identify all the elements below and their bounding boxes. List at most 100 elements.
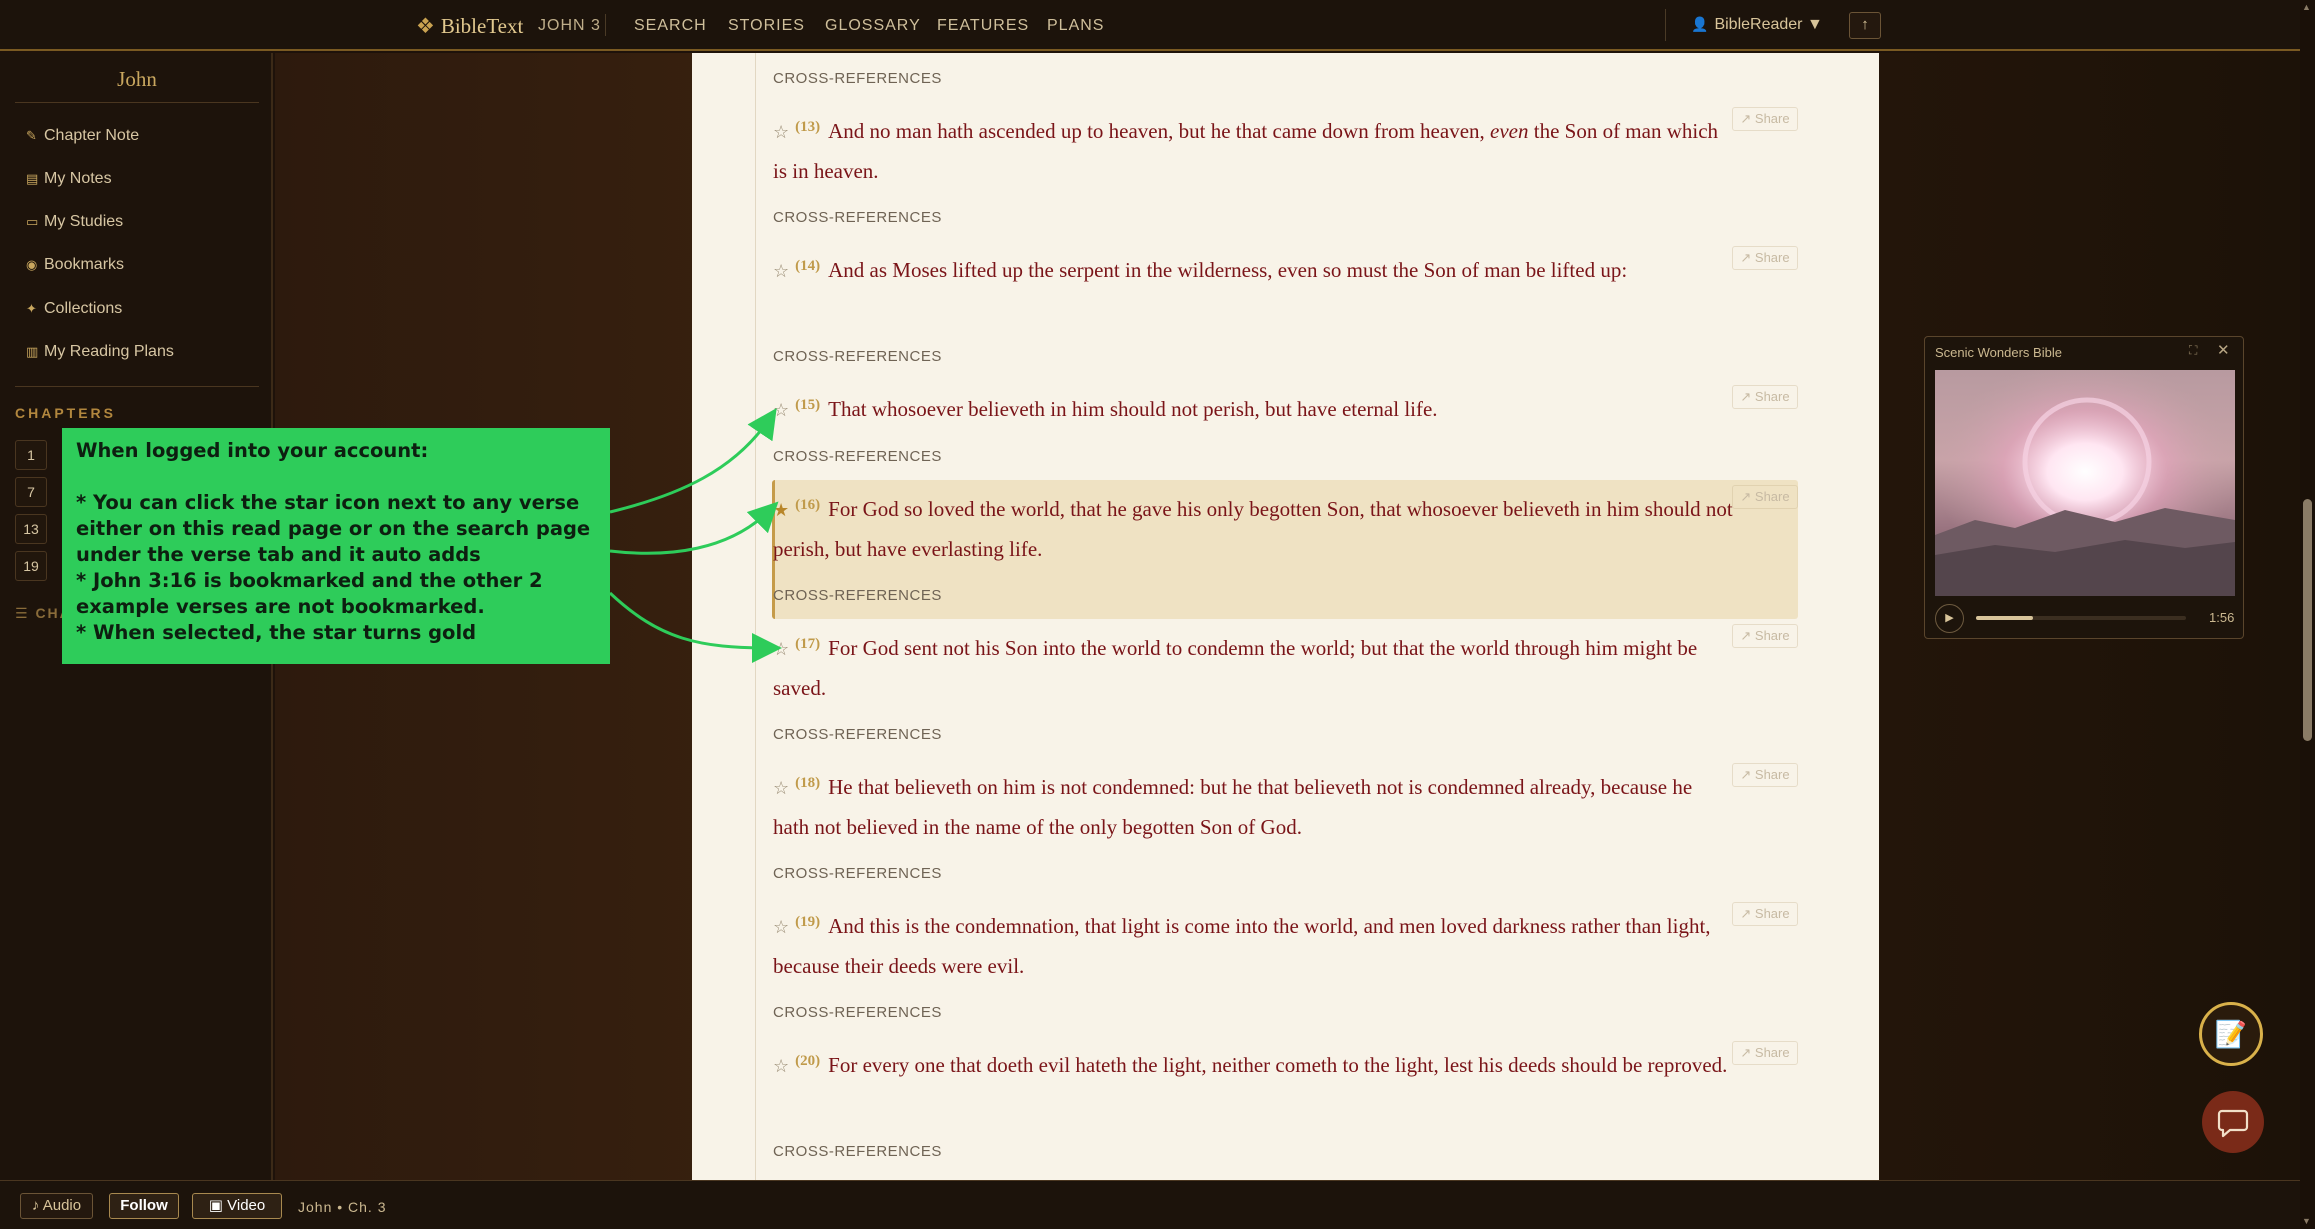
sidebar-item-my-studies[interactable]: ▭ My Studies	[26, 213, 123, 231]
books-icon: ▥	[26, 344, 39, 359]
brand-name: BibleText	[440, 14, 524, 38]
verse-17: ☆ (17) For God sent not his Son into the w…	[773, 625, 1733, 708]
verse-text: And no man hath ascended up to heaven, b…	[828, 119, 1491, 143]
sidebar-item-label: Chapter Note	[44, 127, 140, 144]
star-icon[interactable]: ☆	[773, 639, 789, 660]
cross-references-label[interactable]: CROSS-REFERENCES	[773, 587, 942, 604]
annotation-text: When logged into your account: * You can…	[76, 439, 591, 644]
share-button[interactable]: ↗ Share	[1732, 902, 1798, 926]
verse-text: For God sent not his Son into the world …	[773, 636, 1698, 700]
verse-number: (14)	[795, 258, 821, 274]
breadcrumb[interactable]: JOHN 3	[538, 17, 601, 35]
sidebar-item-bookmarks[interactable]: ◉ Bookmarks	[26, 256, 124, 274]
verse-text: And as Moses lifted up the serpent in th…	[828, 258, 1628, 282]
video-title: Scenic Wonders Bible	[1935, 345, 2062, 360]
share-button[interactable]: ↗ Share	[1732, 107, 1798, 131]
sidebar-item-label: Bookmarks	[44, 256, 125, 273]
user-name: BibleReader ▼	[1714, 16, 1823, 33]
reading-page: CROSS-REFERENCES ☆ (13) And no man hath as…	[692, 53, 1879, 1180]
verse-number: (19)	[795, 914, 821, 930]
top-navbar: ❖ BibleText JOHN 3 SEARCH STORIES GLOSSAR…	[0, 0, 2300, 51]
nav-plans[interactable]: PLANS	[1047, 17, 1104, 35]
annotation-callout: When logged into your account: * You can…	[62, 428, 610, 664]
chapters-heading: CHAPTERS	[15, 405, 117, 421]
follow-button[interactable]: Follow	[109, 1193, 179, 1219]
share-button[interactable]: ↗ Share	[1732, 624, 1798, 648]
diamond-icon: ❖	[416, 14, 435, 38]
cross-references-label[interactable]: CROSS-REFERENCES	[773, 209, 942, 226]
expand-icon[interactable]: ⛶	[2189, 343, 2197, 358]
sidebar-item-collections[interactable]: ✦ Collections	[26, 300, 122, 318]
share-button[interactable]: ↗ Share	[1732, 763, 1798, 787]
share-button[interactable]: ↗ Share	[1732, 485, 1798, 509]
verse-20: ☆ (20) For every one that doeth evil hatet…	[773, 1042, 1733, 1086]
video-frame[interactable]	[1935, 370, 2235, 596]
verse-13: ☆ (13) And no man hath ascended up to heav…	[773, 108, 1733, 191]
verse-text: That whosoever believeth in him should n…	[828, 397, 1438, 421]
nav-search[interactable]: SEARCH	[634, 17, 707, 35]
star-icon[interactable]: ☆	[773, 261, 789, 282]
scroll-top-button[interactable]: ↑	[1849, 12, 1881, 39]
share-button[interactable]: ↗ Share	[1732, 385, 1798, 409]
note-icon: ▤	[26, 171, 39, 186]
cross-references-label[interactable]: CROSS-REFERENCES	[773, 1143, 942, 1160]
cross-references-label[interactable]: CROSS-REFERENCES	[773, 726, 942, 743]
bottom-bar: ♪ Audio Follow ▣ Video John • Ch. 3	[0, 1180, 2300, 1229]
book-icon: ▭	[26, 214, 39, 229]
audio-button[interactable]: ♪ Audio	[20, 1193, 93, 1219]
note-edit-icon: 📝	[2214, 1019, 2248, 1049]
verse-italic: even	[1490, 119, 1529, 143]
star-icon[interactable]: ☆	[773, 400, 789, 421]
brand-logo[interactable]: ❖ BibleText	[416, 14, 523, 39]
book-title: John	[117, 67, 157, 91]
nav-glossary[interactable]: GLOSSARY	[825, 17, 921, 35]
bookmark-icon: ◉	[26, 257, 38, 272]
scroll-up-icon[interactable]: ▲	[2302, 2, 2311, 12]
video-button[interactable]: ▣ Video	[192, 1193, 282, 1219]
sidebar-item-reading-plans[interactable]: ▥ My Reading Plans	[26, 343, 174, 361]
sparkle-icon: ✦	[26, 301, 37, 316]
cross-references-label[interactable]: CROSS-REFERENCES	[773, 448, 942, 465]
nav-features[interactable]: FEATURES	[937, 17, 1029, 35]
sidebar-item-chapter-note[interactable]: ✎ Chapter Note	[26, 127, 139, 145]
chat-fab-button[interactable]	[2202, 1091, 2264, 1153]
star-filled-icon[interactable]: ★	[773, 500, 789, 521]
star-icon[interactable]: ☆	[773, 122, 789, 143]
chapter-button-7[interactable]: 7	[15, 477, 47, 507]
play-button[interactable]: ▶	[1935, 604, 1964, 633]
verse-19: ☆ (19) And this is the condemnation, that …	[773, 903, 1733, 986]
pencil-icon: ✎	[26, 128, 37, 143]
star-icon[interactable]: ☆	[773, 1056, 789, 1077]
divider	[15, 386, 259, 387]
notes-fab-button[interactable]: 📝	[2199, 1002, 2263, 1066]
cross-references-label[interactable]: CROSS-REFERENCES	[773, 70, 942, 87]
verse-16: ★ (16) For God so loved the world, that he…	[773, 486, 1733, 569]
chapter-label: John • Ch. 3	[298, 1199, 387, 1215]
user-menu[interactable]: 👤 BibleReader ▼	[1691, 16, 1823, 34]
scrollbar[interactable]: ▲ ▼	[2300, 0, 2315, 1229]
star-icon[interactable]: ☆	[773, 917, 789, 938]
star-icon[interactable]: ☆	[773, 778, 789, 799]
cross-references-label[interactable]: CROSS-REFERENCES	[773, 865, 942, 882]
share-button[interactable]: ↗ Share	[1732, 1041, 1798, 1065]
video-progress[interactable]	[1976, 616, 2186, 620]
scroll-down-icon[interactable]: ▼	[2302, 1216, 2311, 1226]
video-time: 1:56	[2209, 610, 2235, 625]
sidebar-item-label: Collections	[44, 300, 123, 317]
scrollbar-thumb[interactable]	[2303, 499, 2312, 741]
sidebar-item-label: My Notes	[44, 170, 112, 187]
cross-references-label[interactable]: CROSS-REFERENCES	[773, 348, 942, 365]
share-button[interactable]: ↗ Share	[1732, 246, 1798, 270]
verse-number: (17)	[795, 636, 821, 652]
divider	[1665, 9, 1666, 41]
cross-references-label[interactable]: CROSS-REFERENCES	[773, 1004, 942, 1021]
sidebar-item-label: My Reading Plans	[44, 343, 174, 360]
chapter-button-13[interactable]: 13	[15, 514, 47, 544]
chapter-button-19[interactable]: 19	[15, 551, 47, 581]
sidebar-item-label: My Studies	[44, 213, 124, 230]
verse-number: (18)	[795, 775, 821, 791]
sidebar-item-my-notes[interactable]: ▤ My Notes	[26, 170, 112, 188]
close-icon[interactable]: ✕	[2217, 341, 2230, 359]
chapter-button-1[interactable]: 1	[15, 440, 47, 470]
nav-stories[interactable]: STORIES	[728, 17, 805, 35]
